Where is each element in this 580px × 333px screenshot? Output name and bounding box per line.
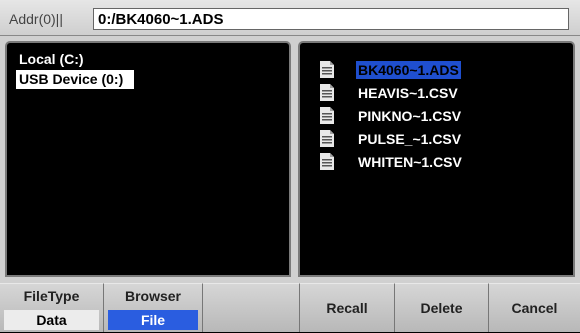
softkey-label: FileType [23, 288, 80, 304]
document-icon [320, 84, 334, 101]
delete-button[interactable]: Delete [395, 283, 489, 332]
file-list-pane: BK4060~1.ADS HEAVIS~1.CSV PINKNO~1.CSV P… [298, 41, 575, 277]
drive-item-label: Local (C:) [19, 51, 84, 67]
document-icon [320, 61, 334, 78]
drive-list-pane: Local (C:) USB Device (0:) [5, 41, 291, 277]
filetype-softkey[interactable]: FileType Data [0, 283, 104, 332]
softkey-label: Cancel [511, 300, 558, 316]
address-field[interactable]: 0:/BK4060~1.ADS [93, 8, 569, 30]
empty-softkey[interactable] [203, 283, 300, 332]
address-value: 0:/BK4060~1.ADS [98, 11, 224, 28]
recall-button[interactable]: Recall [300, 283, 395, 332]
drive-item-local[interactable]: Local (C:) [16, 50, 134, 69]
file-name: WHITEN~1.CSV [358, 154, 462, 170]
softkey-bar: FileType Data Browser File Recall Delete… [0, 283, 580, 332]
file-item-pulse[interactable]: PULSE_~1.CSV [320, 128, 570, 150]
softkey-value: Data [4, 310, 99, 330]
file-item-pinkno[interactable]: PINKNO~1.CSV [320, 105, 570, 127]
softkey-label: Delete [420, 300, 463, 316]
file-name: BK4060~1.ADS [356, 61, 461, 79]
browser-softkey[interactable]: Browser File [104, 283, 203, 332]
file-item-heavis[interactable]: HEAVIS~1.CSV [320, 82, 570, 104]
drive-item-usb[interactable]: USB Device (0:) [16, 70, 134, 89]
address-bar: Addr(0)|| 0:/BK4060~1.ADS [0, 0, 580, 36]
file-name: PINKNO~1.CSV [358, 108, 462, 124]
drive-item-label: USB Device (0:) [19, 71, 124, 87]
file-item-whiten[interactable]: WHITEN~1.CSV [320, 151, 570, 173]
address-label: Addr(0)|| [9, 11, 63, 27]
file-browser: Local (C:) USB Device (0:) BK4060~1.ADS [0, 36, 580, 283]
file-name: HEAVIS~1.CSV [358, 85, 458, 101]
document-icon [320, 130, 334, 147]
document-icon [320, 107, 334, 124]
file-name: PULSE_~1.CSV [358, 131, 462, 147]
document-icon [320, 153, 334, 170]
softkey-label: Recall [326, 300, 368, 316]
softkey-label: Browser [124, 288, 182, 304]
softkey-value: File [108, 310, 198, 330]
file-item-bk4060[interactable]: BK4060~1.ADS [320, 59, 570, 81]
cancel-button[interactable]: Cancel [489, 283, 580, 332]
